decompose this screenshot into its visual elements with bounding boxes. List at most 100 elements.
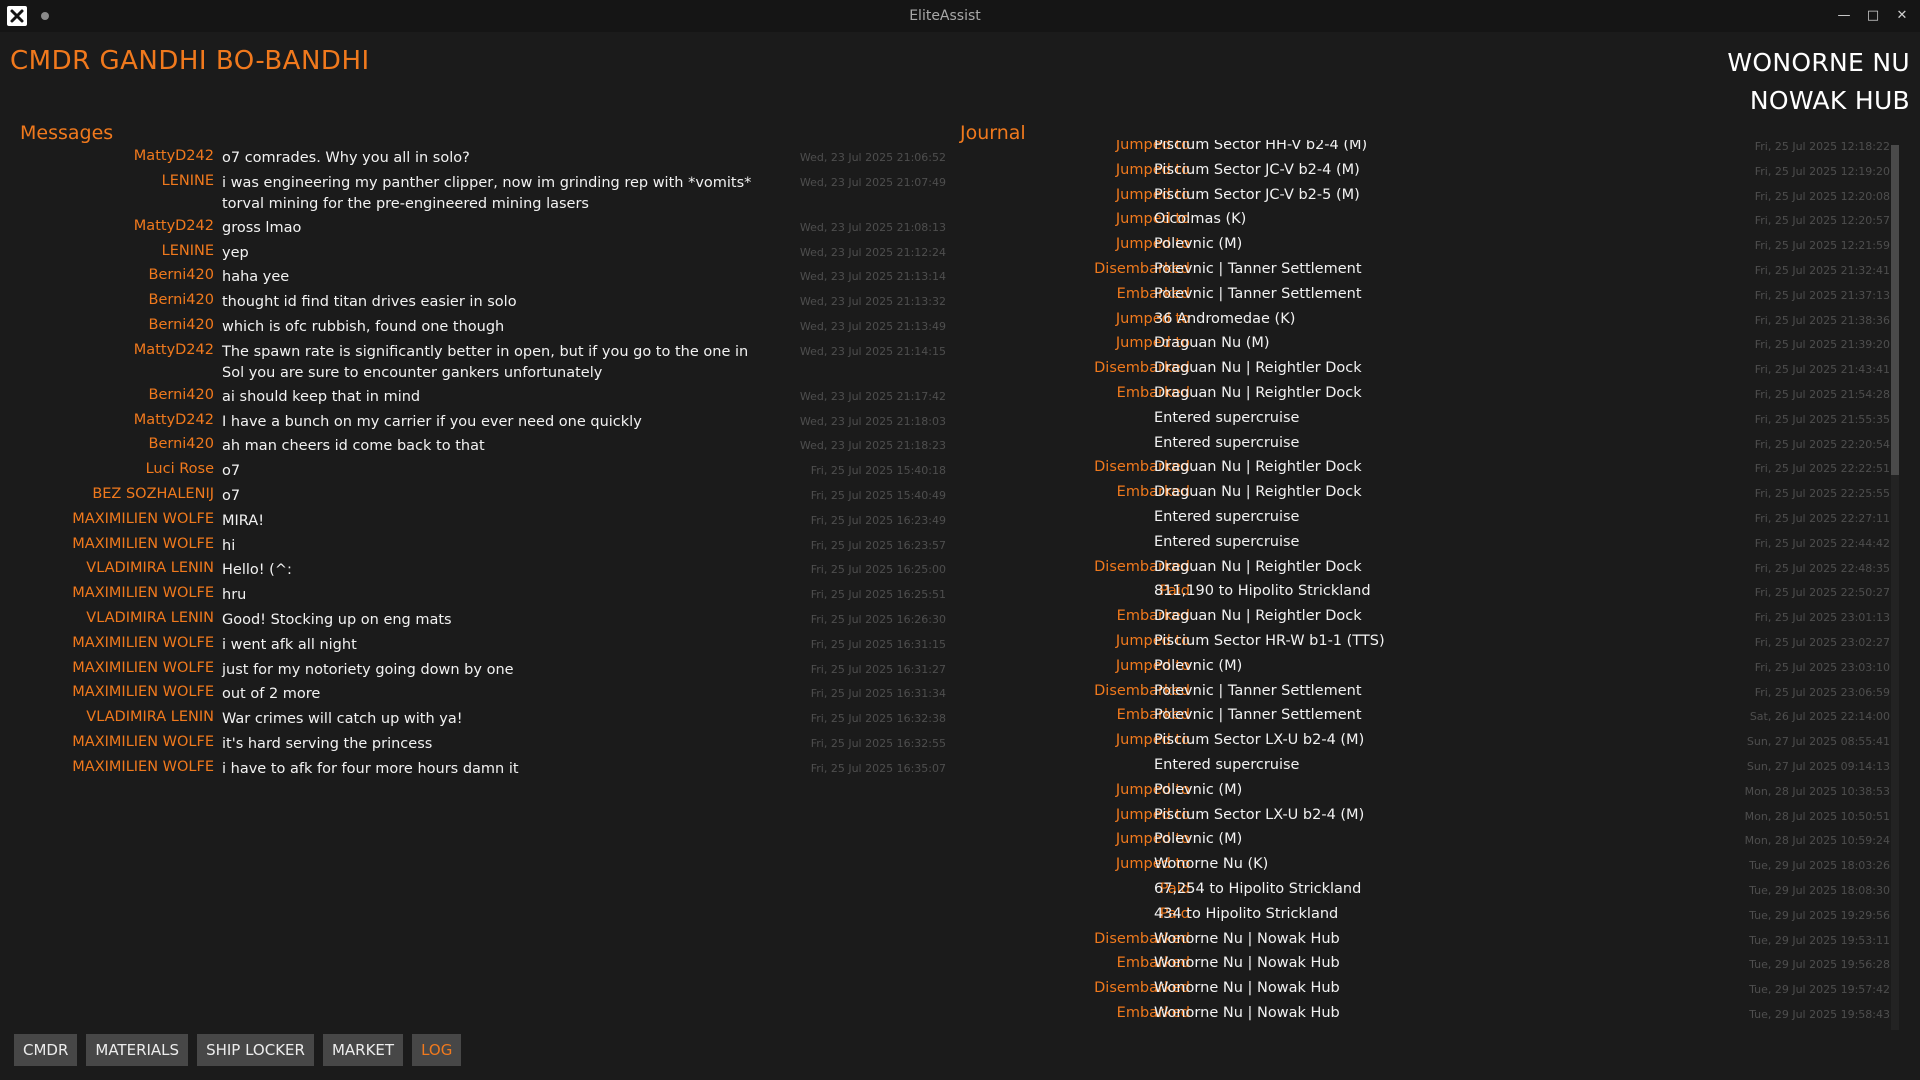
message-row: MattyD242 o7 comrades. Why you all in sol… — [0, 145, 960, 170]
message-timestamp: Wed, 23 Jul 2025 21:13:14 — [799, 270, 946, 284]
tab-materials[interactable]: MATERIALS — [86, 1034, 189, 1066]
message-sender: MAXIMILIEN WOLFE — [72, 535, 214, 552]
journal-title: Journal — [960, 122, 1026, 144]
message-row: MAXIMILIEN WOLFE hi Fri, 25 Jul 2025 16:23… — [0, 533, 960, 558]
message-timestamp: Fri, 25 Jul 2025 16:31:34 — [810, 687, 946, 701]
journal-row: Jumped to Polevnic (M) Mon, 28 Jul 2025 10… — [1040, 779, 1890, 804]
journal-detail: Polevnic | Tanner Settlement — [1154, 285, 1362, 302]
journal-timestamp: Sat, 26 Jul 2025 22:14:00 — [1749, 710, 1890, 724]
journal-timestamp: Fri, 25 Jul 2025 23:03:10 — [1754, 660, 1890, 674]
station-name: NOWAK HUB — [1749, 86, 1910, 115]
message-sender: VLADIMIRA LENIN — [86, 709, 214, 726]
journal-detail: Wonorne Nu | Nowak Hub — [1154, 955, 1340, 972]
message-timestamp: Wed, 23 Jul 2025 21:17:42 — [799, 389, 946, 403]
message-sender: MattyD242 — [133, 148, 214, 164]
journal-row: Jumped to Polevnic (M) Mon, 28 Jul 2025 10… — [1040, 828, 1890, 853]
journal-timestamp: Fri, 25 Jul 2025 12:20:08 — [1754, 189, 1890, 203]
journal-row: Jumped to Piscium Sector JC-V b2-5 (M) Fri… — [1040, 184, 1890, 209]
message-timestamp: Wed, 23 Jul 2025 21:06:52 — [799, 151, 946, 164]
journal-timestamp: Fri, 25 Jul 2025 23:06:59 — [1754, 685, 1890, 699]
message-text: hi — [222, 537, 236, 554]
message-text: i have to afk for four more hours damn i… — [222, 760, 519, 777]
journal-row: Embarked Wonorne Nu | Nowak Hub Tue, 29 Ju… — [1040, 1002, 1890, 1025]
journal-detail: Entered supercruise — [1154, 434, 1300, 451]
journal-scrollbar[interactable] — [1891, 145, 1899, 1030]
journal-timestamp: Fri, 25 Jul 2025 12:18:22 — [1754, 140, 1890, 153]
journal-timestamp: Fri, 25 Jul 2025 21:39:20 — [1754, 338, 1890, 352]
journal-row: Embarked Wonorne Nu | Nowak Hub Tue, 29 Ju… — [1040, 952, 1890, 977]
journal-row: Disembarked Polevnic | Tanner Settlement F… — [1040, 258, 1890, 283]
journal-detail: Polevnic | Tanner Settlement — [1154, 707, 1362, 724]
message-timestamp: Fri, 25 Jul 2025 16:23:49 — [810, 513, 946, 527]
message-row: Berni420 haha yee Wed, 23 Jul 2025 21:13:1… — [0, 264, 960, 289]
journal-row: Jumped to Oicolmas (K) Fri, 25 Jul 2025 12… — [1040, 208, 1890, 233]
journal-panel[interactable]: Jumped to Piscium Sector HH-V b2-4 (M) Fri… — [1040, 140, 1890, 1025]
message-row: LENINE yep Wed, 23 Jul 2025 21:12:24 — [0, 240, 960, 265]
journal-timestamp: Fri, 25 Jul 2025 12:21:59 — [1754, 239, 1890, 253]
journal-timestamp: Fri, 25 Jul 2025 22:25:55 — [1754, 487, 1890, 501]
messages-list: MattyD242 o7 comrades. Why you all in sol… — [0, 145, 960, 781]
message-text: o7 — [222, 487, 241, 504]
message-row: VLADIMIRA LENIN War crimes will catch up … — [0, 706, 960, 731]
message-sender: Berni420 — [148, 267, 214, 284]
tab-cmdr[interactable]: CMDR — [14, 1034, 78, 1066]
maximize-button[interactable]: □ — [1863, 6, 1883, 26]
minimize-button[interactable]: — — [1834, 6, 1854, 26]
message-sender: VLADIMIRA LENIN — [86, 560, 214, 577]
journal-detail: 36 Andromedae (K) — [1154, 310, 1296, 327]
journal-detail: Piscium Sector HR-W b1-1 (TTS) — [1154, 632, 1385, 649]
scrollbar-thumb[interactable] — [1891, 145, 1899, 475]
message-sender: Luci Rose — [145, 461, 214, 478]
message-timestamp: Wed, 23 Jul 2025 21:13:49 — [799, 319, 946, 333]
journal-timestamp: Fri, 25 Jul 2025 21:32:41 — [1754, 263, 1890, 277]
journal-detail: Entered supercruise — [1154, 409, 1300, 426]
journal-detail: Draguan Nu (M) — [1154, 335, 1270, 352]
message-timestamp: Wed, 23 Jul 2025 21:18:23 — [799, 439, 946, 453]
message-timestamp: Fri, 25 Jul 2025 16:31:27 — [810, 662, 946, 676]
message-row: Luci Rose o7 Fri, 25 Jul 2025 15:40:18 — [0, 458, 960, 483]
message-row: Berni420 thought id find titan drives eas… — [0, 289, 960, 314]
journal-detail: Polevnic (M) — [1154, 657, 1243, 674]
journal-row: Jumped to Polevnic (M) Fri, 25 Jul 2025 12… — [1040, 233, 1890, 258]
message-sender: MAXIMILIEN WOLFE — [72, 659, 214, 676]
close-icon: ✕ — [1896, 8, 1908, 23]
message-timestamp: Fri, 25 Jul 2025 16:31:15 — [810, 637, 946, 651]
message-text: War crimes will catch up with ya! — [222, 711, 463, 728]
message-timestamp: Fri, 25 Jul 2025 16:25:00 — [810, 563, 946, 577]
journal-row: Disembarked Wonorne Nu | Nowak Hub Tue, 29… — [1040, 977, 1890, 1002]
journal-row: Disembarked Draguan Nu | Reightler Dock Fr… — [1040, 556, 1890, 581]
message-sender: Berni420 — [148, 386, 214, 403]
message-row: MAXIMILIEN WOLFE MIRA! Fri, 25 Jul 2025 16… — [0, 508, 960, 533]
message-text: out of 2 more — [222, 686, 321, 703]
message-text: MIRA! — [222, 512, 265, 529]
tab-log[interactable]: LOG — [412, 1034, 462, 1066]
tab-ship-locker[interactable]: SHIP LOCKER — [197, 1034, 314, 1066]
message-row: LENINE i was engineering my panther clipp… — [0, 170, 960, 215]
journal-timestamp: Fri, 25 Jul 2025 22:44:42 — [1754, 536, 1890, 550]
journal-row: Entered supercruise Fri, 25 Jul 2025 21:5… — [1040, 407, 1890, 432]
journal-timestamp: Tue, 29 Jul 2025 18:08:30 — [1749, 883, 1890, 897]
message-sender: MattyD242 — [133, 217, 214, 234]
journal-detail: Polevnic | Tanner Settlement — [1154, 260, 1362, 277]
tab-market[interactable]: MARKET — [322, 1034, 404, 1066]
cmdr-name: CMDR GANDHI BO-BANDHI — [10, 46, 370, 76]
journal-timestamp: Mon, 28 Jul 2025 10:38:53 — [1744, 784, 1890, 798]
message-text: Good! Stocking up on eng mats — [222, 611, 452, 628]
tab-bar: CMDR MATERIALS SHIP LOCKER MARKET LOG — [14, 1034, 462, 1066]
journal-timestamp: Fri, 25 Jul 2025 22:27:11 — [1754, 511, 1890, 525]
journal-detail: Piscium Sector LX-U b2-4 (M) — [1154, 732, 1365, 749]
message-row: Berni420 ah man cheers id come back to th… — [0, 433, 960, 458]
journal-timestamp: Tue, 29 Jul 2025 19:57:42 — [1749, 983, 1890, 997]
journal-row: Jumped to Polevnic (M) Fri, 25 Jul 2025 23… — [1040, 655, 1890, 680]
title-bar: EliteAssist — □ ✕ — [0, 0, 1920, 32]
close-button[interactable]: ✕ — [1892, 6, 1912, 26]
journal-timestamp: Fri, 25 Jul 2025 22:22:51 — [1754, 462, 1890, 476]
message-row: VLADIMIRA LENIN Good! Stocking up on eng … — [0, 607, 960, 632]
system-name: WONORNE NU — [1727, 48, 1910, 77]
message-timestamp: Wed, 23 Jul 2025 21:12:24 — [799, 245, 946, 259]
message-text: gross lmao — [222, 219, 302, 236]
message-text: Hello! (^: — [222, 562, 292, 579]
journal-detail: Wonorne Nu | Nowak Hub — [1154, 1004, 1340, 1021]
message-timestamp: Wed, 23 Jul 2025 21:13:32 — [799, 295, 946, 309]
message-sender: Berni420 — [148, 436, 214, 453]
